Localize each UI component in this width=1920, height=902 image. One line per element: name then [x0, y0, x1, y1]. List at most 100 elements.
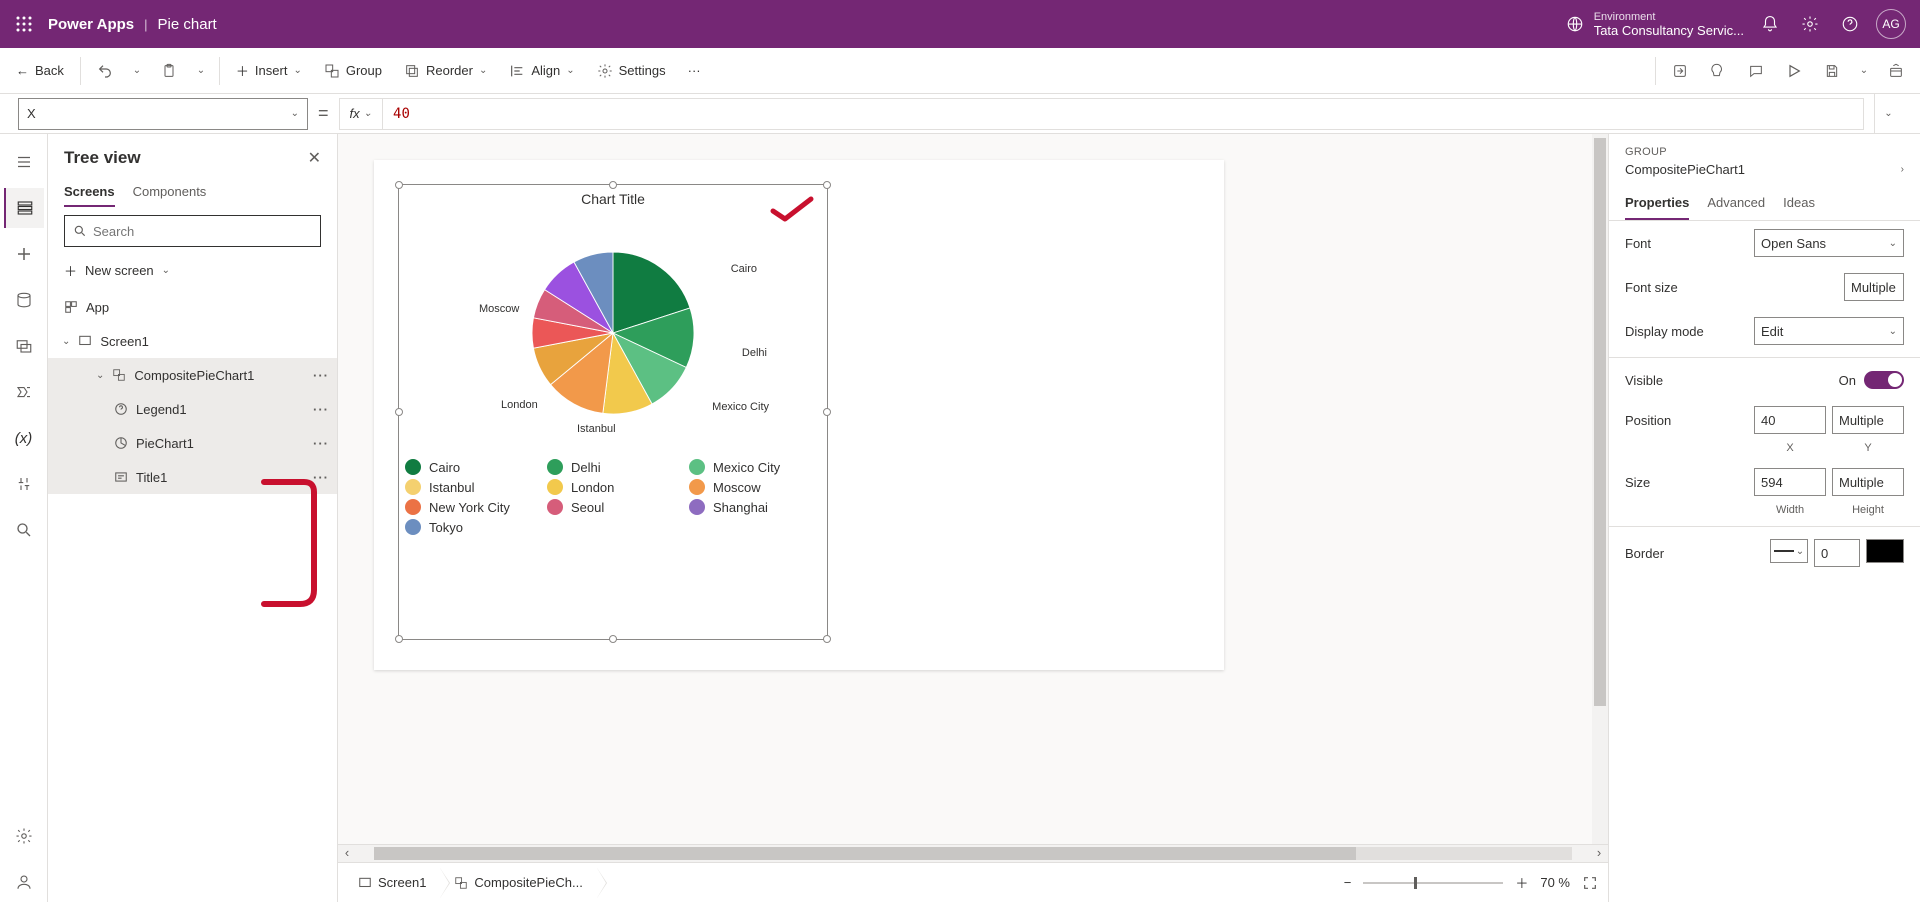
align-button[interactable]: Align⌄	[499, 53, 584, 89]
checker-icon[interactable]	[1700, 53, 1736, 89]
tree-search-input[interactable]	[93, 224, 312, 239]
new-screen-button[interactable]: ＋New screen⌄	[48, 255, 337, 286]
tree-item-more-icon[interactable]: ···	[313, 470, 329, 485]
property-dropdown[interactable]: X⌄	[18, 98, 308, 130]
tree-title-label: Title1	[136, 470, 167, 485]
help-icon[interactable]	[1830, 4, 1870, 44]
tree-view-icon[interactable]	[4, 188, 44, 228]
avatar[interactable]: AG	[1876, 9, 1906, 39]
position-y-input[interactable]: Multiple	[1832, 406, 1904, 434]
left-rail: (x)	[0, 134, 48, 902]
canvas[interactable]: Chart Title Cairo Delhi Mexico City Ista…	[374, 160, 1224, 670]
legend-item: Cairo	[405, 459, 537, 475]
tree-item-more-icon[interactable]: ···	[313, 402, 329, 417]
crumb-screen[interactable]: Screen1	[348, 868, 440, 898]
tab-components[interactable]: Components	[133, 178, 207, 207]
paste-split-button[interactable]: ⌄	[189, 53, 213, 89]
font-dropdown[interactable]: Open Sans⌄	[1754, 229, 1904, 257]
y-sublabel: Y	[1832, 442, 1904, 454]
undo-button[interactable]	[87, 53, 123, 89]
save-split-button[interactable]: ⌄	[1852, 53, 1876, 89]
search-input-wrap[interactable]	[64, 215, 321, 247]
fit-icon[interactable]	[1582, 875, 1598, 891]
undo-split-button[interactable]: ⌄	[125, 53, 149, 89]
tab-advanced[interactable]: Advanced	[1707, 187, 1765, 220]
data-rail-icon[interactable]	[4, 280, 44, 320]
horizontal-scrollbar[interactable]: ‹›	[338, 844, 1608, 862]
settings-button[interactable]: Settings	[587, 53, 676, 89]
chevron-down-icon[interactable]: ⌄	[96, 370, 104, 381]
zoom-slider[interactable]	[1363, 882, 1503, 884]
share-icon[interactable]	[1662, 53, 1698, 89]
search-rail-icon[interactable]	[4, 510, 44, 550]
insert-rail-icon[interactable]	[4, 234, 44, 274]
fx-label[interactable]: fx⌄	[340, 99, 384, 129]
size-label: Size	[1625, 475, 1650, 490]
tab-properties[interactable]: Properties	[1625, 187, 1689, 220]
tree-item-composite[interactable]: ⌄CompositePieChart1···	[48, 358, 337, 392]
more-button[interactable]: ···	[678, 53, 711, 89]
fontsize-input[interactable]: Multiple	[1844, 273, 1904, 301]
border-style-dropdown[interactable]: ⌄	[1770, 539, 1808, 563]
crumb-selection[interactable]: CompositePieCh...	[444, 868, 596, 898]
publish-icon[interactable]	[1878, 53, 1914, 89]
tree-item-app[interactable]: App	[48, 290, 337, 324]
virtual-agent-icon[interactable]	[4, 862, 44, 902]
tree-item-legend[interactable]: Legend1···	[48, 392, 337, 426]
prop-expand-icon[interactable]: ›	[1901, 164, 1904, 175]
group-button[interactable]: Group	[314, 53, 392, 89]
border-width-input[interactable]: 0	[1814, 539, 1860, 567]
width-input[interactable]: 594	[1754, 468, 1826, 496]
back-button[interactable]: ←Back	[6, 53, 74, 89]
tools-rail-icon[interactable]	[4, 464, 44, 504]
expand-formula-icon[interactable]: ⌄	[1874, 94, 1902, 134]
preview-icon[interactable]	[1776, 53, 1812, 89]
gear-icon[interactable]	[1790, 4, 1830, 44]
display-label: Display mode	[1625, 324, 1704, 339]
chevron-down-icon[interactable]: ⌄	[62, 336, 70, 347]
close-tree-icon[interactable]: ✕	[308, 148, 321, 168]
paste-button[interactable]	[151, 53, 187, 89]
comments-icon[interactable]	[1738, 53, 1774, 89]
vertical-scrollbar[interactable]	[1592, 134, 1608, 844]
insert-button[interactable]: ＋Insert⌄	[226, 53, 312, 89]
legend-item: London	[547, 479, 679, 495]
bell-icon[interactable]	[1750, 4, 1790, 44]
tree-item-screen1[interactable]: ⌄ Screen1	[48, 324, 337, 358]
pie-chart[interactable]: Cairo Delhi Mexico City Istanbul London …	[399, 213, 827, 453]
tree-item-piechart[interactable]: PieChart1···	[48, 426, 337, 460]
settings-rail-icon[interactable]	[4, 816, 44, 856]
visible-value: On	[1839, 373, 1856, 388]
display-dropdown[interactable]: Edit⌄	[1754, 317, 1904, 345]
zoom-out-icon[interactable]: −	[1344, 875, 1352, 890]
environment-picker[interactable]: Environment Tata Consultancy Servic...	[1566, 11, 1744, 38]
zoom-in-icon[interactable]: ＋	[1515, 873, 1528, 892]
height-input[interactable]: Multiple	[1832, 468, 1904, 496]
legend-icon	[112, 400, 130, 418]
media-rail-icon[interactable]	[4, 326, 44, 366]
tab-screens[interactable]: Screens	[64, 178, 115, 207]
variables-rail-icon[interactable]: (x)	[4, 418, 44, 458]
chart-title[interactable]: Chart Title	[399, 185, 827, 213]
tree-item-more-icon[interactable]: ···	[313, 436, 329, 451]
flows-rail-icon[interactable]	[4, 372, 44, 412]
reorder-button[interactable]: Reorder⌄	[394, 53, 497, 89]
selection-box[interactable]: Chart Title Cairo Delhi Mexico City Ista…	[398, 184, 828, 640]
tree-screen1-label: Screen1	[100, 334, 148, 349]
back-label: Back	[35, 63, 64, 78]
brand-label[interactable]: Power Apps	[48, 16, 134, 33]
waffle-icon[interactable]	[8, 8, 40, 40]
save-icon[interactable]	[1814, 53, 1850, 89]
visible-toggle[interactable]	[1864, 371, 1904, 389]
border-color-swatch[interactable]	[1866, 539, 1904, 563]
command-bar: ←Back ⌄ ⌄ ＋Insert⌄ Group Reorder⌄ Align⌄…	[0, 48, 1920, 94]
tab-ideas[interactable]: Ideas	[1783, 187, 1815, 220]
formula-input[interactable]: 40	[383, 106, 420, 122]
position-x-input[interactable]: 40	[1754, 406, 1826, 434]
position-label: Position	[1625, 413, 1671, 428]
tree-item-title[interactable]: Title1 ···	[48, 460, 337, 494]
hamburger-icon[interactable]	[4, 142, 44, 182]
reorder-label: Reorder	[426, 63, 473, 78]
tree-item-more-icon[interactable]: ···	[313, 368, 329, 383]
pie-slice-label: Istanbul	[577, 423, 616, 435]
